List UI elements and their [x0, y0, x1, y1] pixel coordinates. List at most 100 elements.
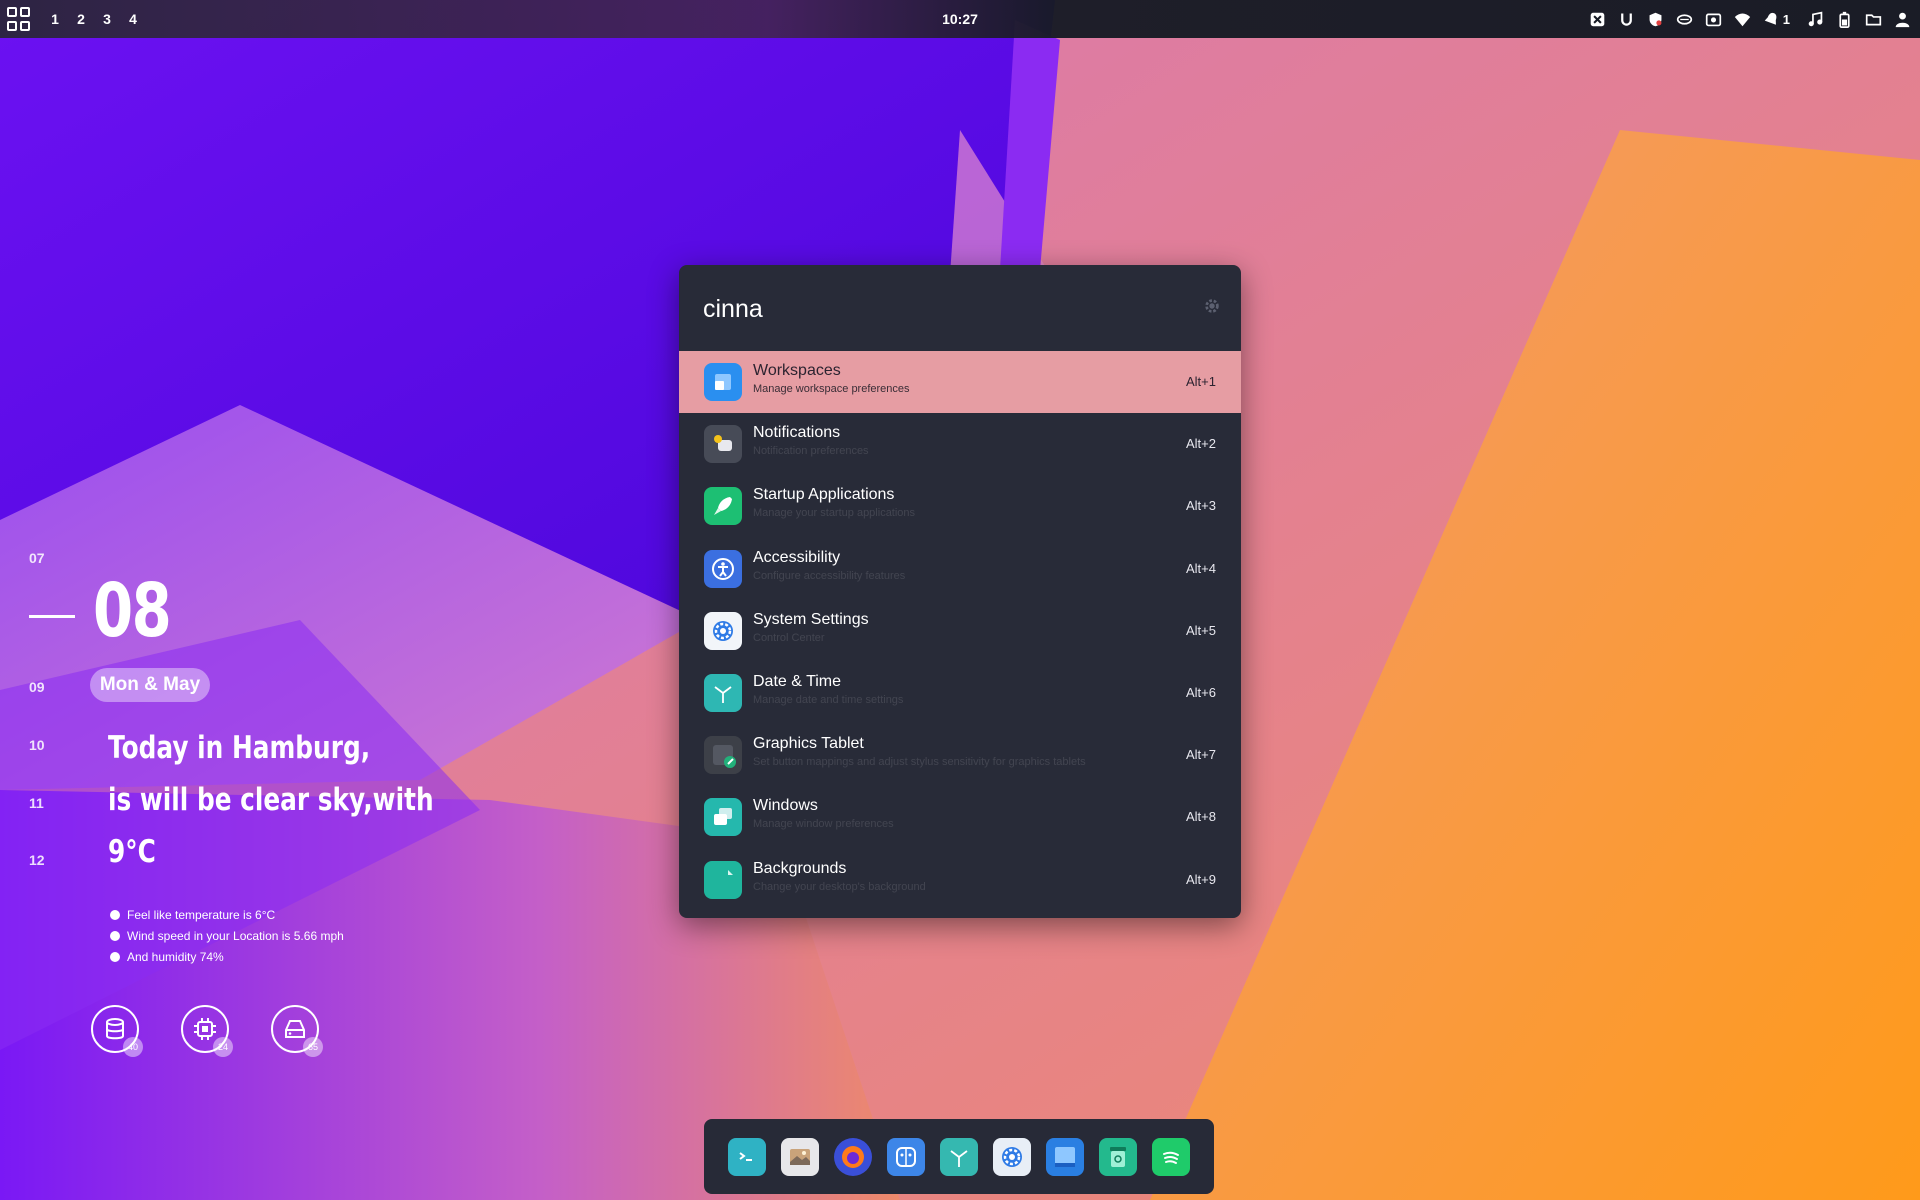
result-shortcut: Alt+6: [1186, 684, 1216, 700]
result-shortcut: Alt+9: [1186, 871, 1216, 887]
result-workspaces[interactable]: Workspaces Manage workspace preferences …: [679, 351, 1241, 414]
result-system-settings[interactable]: System Settings Control Center Alt+5: [679, 600, 1241, 662]
shield-icon[interactable]: [1646, 10, 1665, 29]
clock-app-icon[interactable]: [940, 1137, 978, 1176]
result-title: Startup Applications: [753, 486, 895, 504]
wifi-icon[interactable]: [1733, 10, 1752, 29]
result-subtitle: Manage window preferences: [753, 818, 894, 831]
workspaces-icon: [704, 363, 742, 401]
terminal-icon[interactable]: [728, 1137, 766, 1176]
drive-icon[interactable]: [1675, 10, 1694, 29]
screenshot-icon[interactable]: [1704, 10, 1723, 29]
forecast-line: is will be clear sky,with: [108, 782, 434, 818]
app-launcher: Workspaces Manage workspace preferences …: [679, 265, 1241, 918]
system-tray: 1: [1588, 0, 1912, 38]
result-shortcut: Alt+7: [1186, 747, 1216, 763]
workspace-4[interactable]: 4: [126, 11, 140, 27]
weather-detail: Wind speed in your Location is 5.66 mph: [110, 926, 344, 947]
result-shortcut: Alt+2: [1186, 436, 1216, 452]
x-icon[interactable]: [1588, 10, 1607, 29]
result-title: Windows: [753, 797, 818, 815]
windows-icon: [704, 798, 742, 837]
top-panel: 1 2 3 4 10:27 1: [0, 0, 1920, 38]
hour-label: 07: [29, 550, 45, 566]
bell-icon[interactable]: [1762, 10, 1781, 29]
current-hour-marker: [29, 615, 75, 618]
disk-icon: [285, 1020, 305, 1038]
user-icon[interactable]: [1893, 10, 1912, 29]
finder-icon[interactable]: [887, 1137, 925, 1176]
battery-icon[interactable]: [1835, 10, 1854, 29]
magnet-icon[interactable]: [1617, 10, 1636, 29]
cpu-meter: 24: [181, 1005, 233, 1057]
spotify-icon[interactable]: [1152, 1137, 1190, 1176]
workspace-2[interactable]: 2: [74, 11, 88, 27]
result-shortcut: Alt+3: [1186, 498, 1216, 514]
result-shortcut: Alt+4: [1186, 560, 1216, 576]
forecast-line: 9°C: [108, 834, 156, 870]
result-title: Workspaces: [753, 362, 841, 379]
files-icon[interactable]: [1046, 1137, 1084, 1176]
hour-label: 11: [29, 795, 44, 811]
result-title: Accessibility: [753, 548, 841, 566]
weather-detail: Feel like temperature is 6°C: [110, 905, 344, 926]
gear-icon[interactable]: [1203, 297, 1221, 315]
result-title: Backgrounds: [753, 859, 847, 877]
date-pill: Mon & May: [90, 668, 210, 702]
rocket-icon: [704, 487, 742, 526]
database-icon: [106, 1018, 124, 1040]
memory-meter: 40: [91, 1005, 143, 1057]
tablet-icon: [704, 736, 742, 775]
firefox-icon[interactable]: [834, 1137, 872, 1176]
settings-icon: [704, 611, 742, 650]
hour-label: 09: [29, 679, 45, 695]
cpu-icon: [194, 1018, 216, 1040]
meter-value: 65: [303, 1037, 323, 1057]
result-subtitle: Set button mappings and adjust stylus se…: [753, 756, 1086, 769]
settings-app-icon[interactable]: [993, 1137, 1031, 1176]
music-icon[interactable]: [1806, 10, 1825, 29]
result-shortcut: Alt+8: [1186, 809, 1216, 825]
image-viewer-icon[interactable]: [781, 1137, 819, 1176]
hour-label: 10: [29, 737, 45, 753]
disk-meter: 65: [271, 1005, 323, 1057]
hour-label: 12: [29, 852, 45, 868]
result-subtitle: Control Center: [753, 631, 825, 644]
results-list: Workspaces Manage workspace preferences …: [679, 351, 1241, 911]
accessibility-icon: [704, 549, 742, 588]
result-shortcut: Alt+1: [1186, 374, 1216, 389]
weather-details: Feel like temperature is 6°C Wind speed …: [110, 905, 344, 968]
result-subtitle: Manage date and time settings: [753, 693, 904, 706]
weather-detail: And humidity 74%: [110, 947, 344, 968]
result-title: System Settings: [753, 610, 869, 628]
search-input[interactable]: [703, 289, 1173, 329]
notifications-icon: [704, 425, 742, 464]
app-menu-grid-icon[interactable]: [7, 7, 31, 31]
meter-value: 24: [213, 1037, 233, 1057]
result-subtitle: Change your desktop's background: [753, 880, 926, 893]
forecast-line: Today in Hamburg,: [108, 730, 371, 766]
notification-count: 1: [1782, 11, 1790, 27]
folder-icon[interactable]: [1864, 10, 1883, 29]
result-shortcut: Alt+5: [1186, 622, 1216, 638]
result-notifications[interactable]: Notifications Notification preferences A…: [679, 413, 1241, 475]
trash-icon[interactable]: [1099, 1137, 1137, 1176]
result-graphics-tablet[interactable]: Graphics Tablet Set button mappings and …: [679, 724, 1241, 786]
search-bar: [679, 265, 1241, 351]
backgrounds-icon: [704, 860, 742, 899]
day-number: 08: [93, 568, 172, 654]
workspace-switcher: 1 2 3 4: [48, 0, 140, 38]
result-subtitle: Configure accessibility features: [753, 569, 906, 582]
result-date-time[interactable]: Date & Time Manage date and time setting…: [679, 662, 1241, 724]
result-backgrounds[interactable]: Backgrounds Change your desktop's backgr…: [679, 849, 1241, 911]
workspace-1[interactable]: 1: [48, 11, 62, 27]
meter-value: 40: [123, 1037, 143, 1057]
result-title: Graphics Tablet: [753, 735, 864, 753]
result-windows[interactable]: Windows Manage window preferences Alt+8: [679, 786, 1241, 848]
result-subtitle: Manage workspace preferences: [753, 383, 910, 395]
workspace-3[interactable]: 3: [100, 11, 114, 27]
result-title: Date & Time: [753, 672, 842, 690]
result-accessibility[interactable]: Accessibility Configure accessibility fe…: [679, 538, 1241, 600]
result-startup-applications[interactable]: Startup Applications Manage your startup…: [679, 475, 1241, 537]
result-subtitle: Manage your startup applications: [753, 507, 916, 520]
